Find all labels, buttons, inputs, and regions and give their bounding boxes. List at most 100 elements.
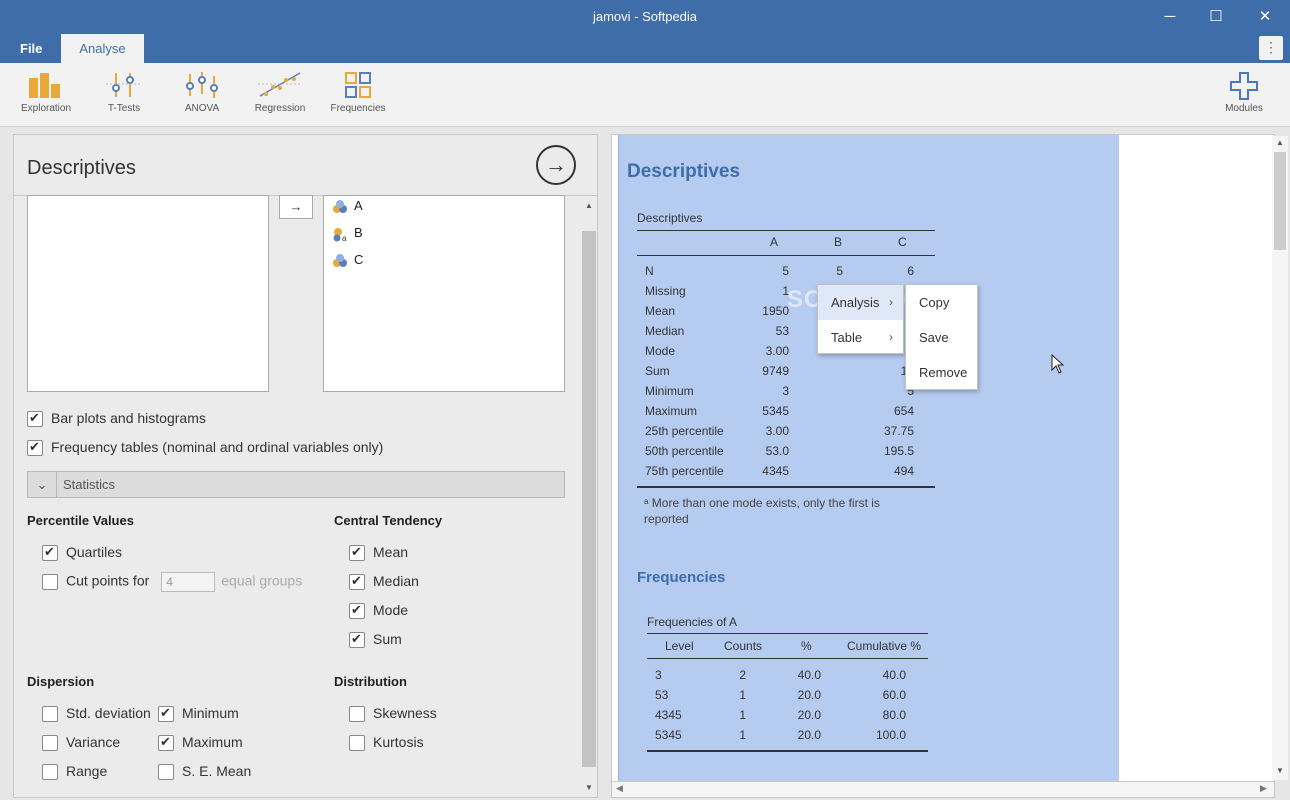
- t-tests-icon: [106, 73, 142, 97]
- mean-checkbox[interactable]: [349, 544, 365, 562]
- table-cell: 53.0: [765, 444, 789, 458]
- scroll-up-icon[interactable]: ▲: [581, 201, 597, 210]
- scroll-down-icon[interactable]: ▼: [1272, 766, 1288, 775]
- median-checkbox[interactable]: [349, 573, 365, 591]
- selected-analysis[interactable]: [618, 135, 1119, 781]
- options-title: Descriptives: [27, 157, 136, 179]
- tab-analyse[interactable]: Analyse: [61, 34, 144, 63]
- std-deviation-checkbox-row[interactable]: Std. deviation: [42, 705, 151, 723]
- mode-checkbox[interactable]: [349, 602, 365, 620]
- variance-checkbox-row[interactable]: Variance: [42, 734, 121, 752]
- mode-checkbox-row[interactable]: Mode: [349, 602, 408, 620]
- frequency-tables-checkbox-row[interactable]: Frequency tables (nominal and ordinal va…: [27, 439, 383, 457]
- submenu-item-copy[interactable]: Copy: [906, 285, 977, 320]
- ribbon-label: Exploration: [20, 103, 72, 114]
- options-scrollbar[interactable]: ▲ ▼: [581, 197, 597, 797]
- bar-plots-checkbox[interactable]: [27, 410, 43, 428]
- submenu-item-remove[interactable]: Remove: [906, 355, 977, 390]
- cut-points-input[interactable]: 4: [161, 572, 216, 592]
- variance-checkbox[interactable]: [42, 735, 58, 752]
- context-menu-item-analysis[interactable]: Analysis ›: [818, 285, 903, 320]
- table-cell: 3.00: [765, 424, 789, 438]
- checkbox-label: Variance: [66, 734, 121, 750]
- quartiles-checkbox[interactable]: [42, 544, 58, 562]
- sum-checkbox[interactable]: [349, 631, 365, 649]
- maximize-button[interactable]: ☐: [1193, 0, 1239, 34]
- scroll-down-icon[interactable]: ▼: [581, 783, 597, 792]
- row-label: 53: [655, 688, 669, 702]
- row-label: N: [645, 264, 654, 278]
- scrollbar-thumb[interactable]: [1274, 152, 1286, 250]
- scroll-left-icon[interactable]: ◀: [616, 783, 623, 794]
- bar-plots-checkbox-row[interactable]: Bar plots and histograms: [27, 410, 206, 428]
- table-cell: 4345: [762, 464, 789, 478]
- checkbox-label: Skewness: [373, 705, 437, 721]
- close-button[interactable]: ✕: [1242, 0, 1288, 34]
- quartiles-checkbox-row[interactable]: Quartiles: [42, 544, 122, 562]
- checkbox-label: Range: [66, 763, 108, 779]
- chevron-down-icon: ⌄: [28, 472, 57, 497]
- results-vertical-scrollbar[interactable]: ▲ ▼: [1272, 136, 1288, 780]
- variable-item-b[interactable]: a B: [332, 225, 363, 242]
- table-footnote: ᵃ More than one mode exists, only the fi…: [644, 496, 880, 526]
- row-label: Minimum: [645, 384, 694, 398]
- sum-checkbox-row[interactable]: Sum: [349, 631, 402, 649]
- minimum-checkbox-row[interactable]: Minimum: [158, 705, 239, 723]
- context-menu-item-table[interactable]: Table ›: [818, 320, 903, 355]
- scrollbar-thumb[interactable]: [582, 231, 596, 767]
- table-cell: 195.5: [883, 444, 914, 458]
- ribbon-anova-button[interactable]: ANOVA: [169, 70, 235, 114]
- variable-item-a[interactable]: A: [332, 198, 363, 215]
- se-mean-checkbox[interactable]: [158, 764, 174, 781]
- cut-points-checkbox[interactable]: [42, 574, 58, 590]
- ribbon-modules-button[interactable]: Modules: [1211, 70, 1277, 114]
- maximum-checkbox-row[interactable]: Maximum: [158, 734, 243, 752]
- range-checkbox-row[interactable]: Range: [42, 763, 108, 781]
- ribbon: Exploration T-Tests ANOVA Regression Fre…: [0, 63, 1290, 127]
- table-cell: 1: [739, 708, 746, 722]
- maximum-checkbox[interactable]: [158, 734, 174, 752]
- minimum-checkbox[interactable]: [158, 705, 174, 723]
- table-cell: 20.0: [797, 708, 821, 722]
- ribbon-label: T-Tests: [107, 103, 141, 114]
- ribbon-frequencies-button[interactable]: Frequencies: [325, 70, 391, 114]
- window-title: jamovi - Softpedia: [592, 9, 698, 24]
- variable-item-c[interactable]: C: [332, 252, 363, 269]
- submenu-item-save[interactable]: Save: [906, 320, 977, 355]
- scroll-right-icon[interactable]: ▶: [1260, 783, 1267, 794]
- ribbon-exploration-button[interactable]: Exploration: [13, 70, 79, 114]
- statistics-section-header[interactable]: ⌄ Statistics: [27, 471, 565, 498]
- central-tendency-heading: Central Tendency: [334, 513, 443, 528]
- table-cell: 1950: [762, 304, 789, 318]
- skewness-checkbox[interactable]: [349, 706, 365, 723]
- mean-checkbox-row[interactable]: Mean: [349, 544, 408, 562]
- range-checkbox[interactable]: [42, 764, 58, 781]
- checkbox-label: S. E. Mean: [182, 763, 252, 779]
- selected-variables-list[interactable]: A a B C: [323, 195, 565, 392]
- minimize-button[interactable]: ─: [1147, 0, 1193, 34]
- svg-text:a: a: [342, 234, 347, 242]
- cut-points-checkbox-row[interactable]: Cut points for 4 equal groups: [42, 572, 302, 592]
- ribbon-t-tests-button[interactable]: T-Tests: [91, 70, 157, 114]
- median-checkbox-row[interactable]: Median: [349, 573, 419, 591]
- table-caption: Frequencies of A: [647, 615, 738, 629]
- table-cell: 3.00: [765, 344, 789, 358]
- table-cell: 494: [893, 464, 914, 478]
- more-menu-button[interactable]: ⋮: [1259, 36, 1283, 60]
- kurtosis-checkbox[interactable]: [349, 735, 365, 752]
- skewness-checkbox-row[interactable]: Skewness: [349, 705, 437, 723]
- move-variable-button[interactable]: →: [279, 195, 313, 219]
- menu-file[interactable]: File: [20, 34, 42, 63]
- std-deviation-checkbox[interactable]: [42, 706, 58, 723]
- run-analysis-arrow-icon[interactable]: →: [536, 145, 576, 185]
- table-cell: 80.0: [882, 708, 906, 722]
- panel-splitter[interactable]: [605, 134, 609, 798]
- ribbon-regression-button[interactable]: Regression: [247, 70, 313, 114]
- kurtosis-checkbox-row[interactable]: Kurtosis: [349, 734, 424, 752]
- nominal-text-variable-icon: a: [333, 227, 347, 242]
- scroll-up-icon[interactable]: ▲: [1272, 138, 1288, 147]
- results-horizontal-scrollbar[interactable]: ◀ ▶: [611, 782, 1275, 798]
- frequency-tables-checkbox[interactable]: [27, 439, 43, 457]
- available-variables-list[interactable]: [27, 195, 269, 392]
- se-mean-checkbox-row[interactable]: S. E. Mean: [158, 763, 252, 781]
